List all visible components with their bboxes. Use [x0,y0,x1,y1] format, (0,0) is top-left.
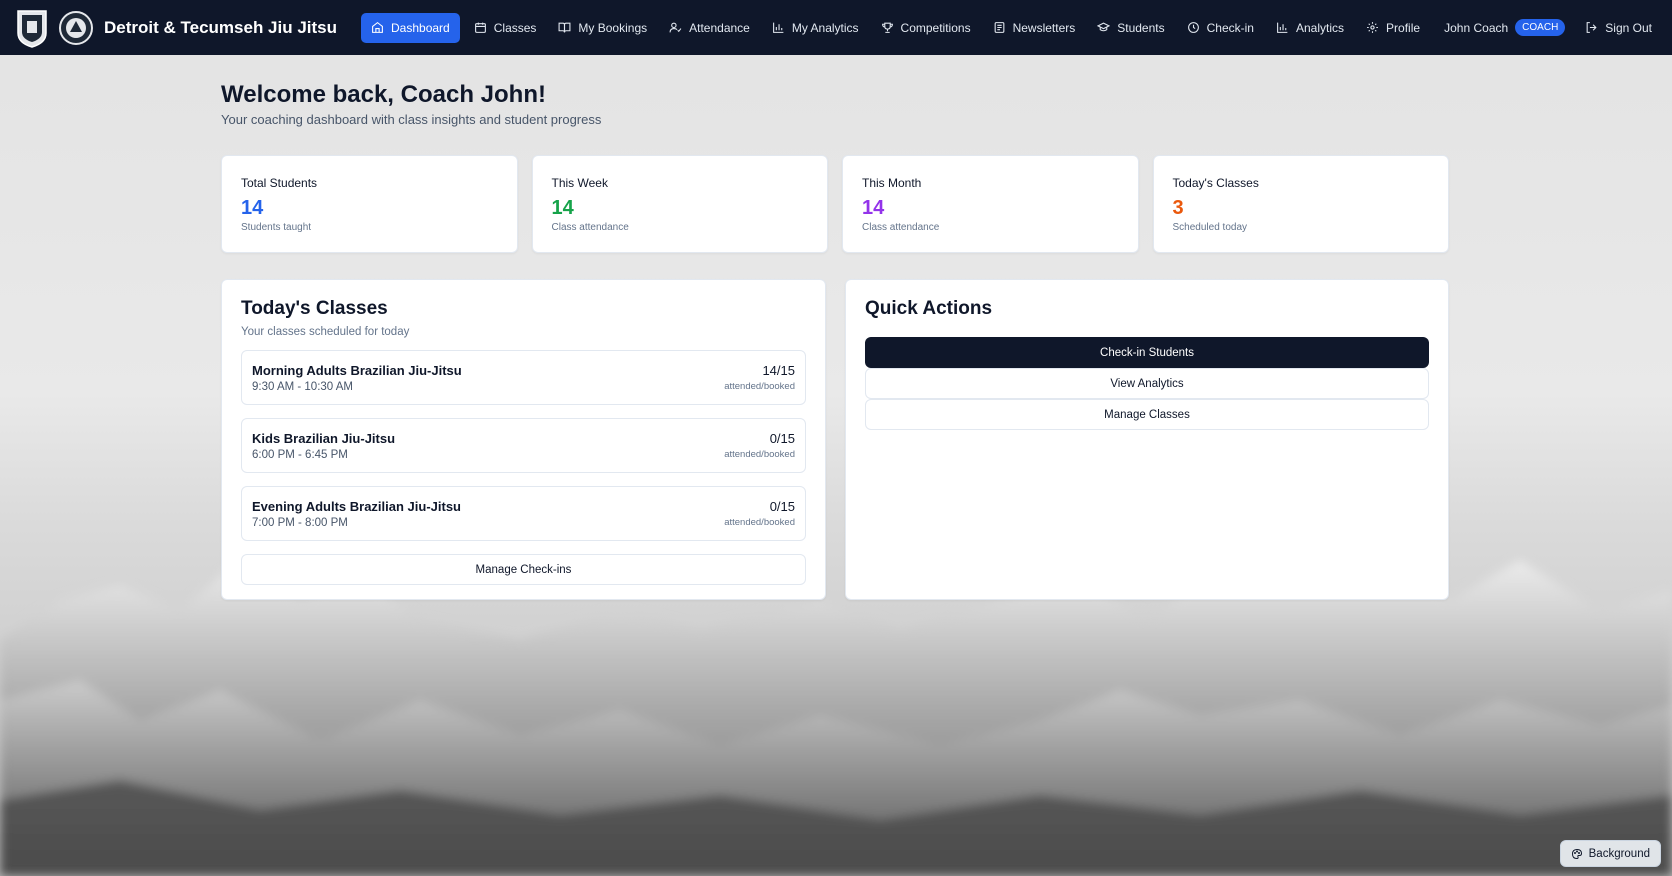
palette-icon [1571,848,1582,859]
manage-classes-button[interactable]: Manage Classes [865,399,1429,430]
nav-item-profile[interactable]: Profile [1356,13,1430,43]
graduation-cap-icon [1097,22,1111,32]
nav-item-label: My Bookings [578,20,648,35]
user-check-icon [669,22,682,33]
stats-row: Total Students 14 Students taught This W… [221,155,1449,253]
panel-subtitle: Your classes scheduled for today [241,326,410,338]
nav-item-label: Check-in [1206,20,1254,35]
class-card[interactable]: Morning Adults Brazilian Jiu-Jitsu 9:30 … [241,350,806,405]
home-icon [372,21,383,33]
nav-item-analytics[interactable]: Analytics [1266,13,1354,43]
stat-label: Today's Classes [1172,176,1259,190]
panel-title: Quick Actions [865,298,993,319]
user-name: John Coach [1444,20,1509,35]
stat-card-this-month: This Month 14 Class attendance [842,155,1139,253]
stat-value: 3 [1172,197,1184,219]
nav-item-students[interactable]: Students [1087,13,1174,43]
nav-item-my-analytics[interactable]: My Analytics [762,13,869,43]
log-out-icon [1586,22,1597,33]
attendance-count-label: attended/booked [724,449,795,460]
todays-classes-panel: Today's Classes Your classes scheduled f… [221,279,826,600]
stat-card-todays-classes: Today's Classes 3 Scheduled today [1152,155,1449,253]
newspaper-icon [994,22,1004,33]
nav-item-label: Analytics [1295,20,1345,35]
nav-item-label: Attendance [689,20,750,35]
class-time: 7:00 PM - 8:00 PM [252,516,348,529]
check-in-students-button[interactable]: Check-in Students [865,337,1429,368]
attendance-count-label: attended/booked [724,381,795,392]
nav-item-dashboard[interactable]: Dashboard [361,12,460,43]
stat-card-total-students: Total Students 14 Students taught [221,155,518,253]
nav-item-competitions[interactable]: Competitions [871,13,981,43]
clock-icon [1187,22,1199,33]
view-analytics-button[interactable]: View Analytics [865,368,1429,399]
nav-item-label: Newsletters [1012,20,1076,35]
stat-value: 14 [241,197,264,219]
class-name: Evening Adults Brazilian Jiu-Jitsu [252,498,461,514]
gear-icon [1367,22,1378,33]
stat-subtext: Class attendance [862,222,940,233]
app-title[interactable]: Detroit & Tecumseh Jiu Jitsu [104,18,337,38]
nav-item-label: Competitions [900,20,971,35]
class-time: 9:30 AM - 10:30 AM [252,380,354,393]
user-area: John Coach COACH Sign Out [1444,19,1660,36]
quick-actions-panel: Quick Actions Check-in Students View Ana… [845,279,1449,600]
nav-item-attendance[interactable]: Attendance [659,13,760,43]
attendance-count: 0/15 [769,431,795,446]
bar-chart-icon [1277,22,1288,33]
nav-item-label: Students [1117,20,1165,35]
nav-item-check-in[interactable]: Check-in [1177,13,1264,43]
attendance-count: 14/15 [762,363,795,378]
stat-label: This Week [551,176,608,190]
tecumseh-logo-icon[interactable] [58,10,94,46]
class-name: Kids Brazilian Jiu-Jitsu [252,430,396,446]
page-subtitle: Your coaching dashboard with class insig… [221,112,602,127]
stat-label: Total Students [241,176,318,190]
nav-item-label: Classes [493,20,537,35]
nav-menu: Dashboard Classes My Bookings Attendance… [361,12,1432,43]
page-title: Welcome back, Coach John! [221,81,546,108]
bar-chart-icon [772,22,784,33]
book-icon [558,22,571,33]
calendar-icon [474,22,486,33]
top-navigation-bar: Detroit & Tecumseh Jiu Jitsu Dashboard C… [0,0,1672,55]
role-badge: COACH [1515,19,1566,36]
stat-subtext: Students taught [241,222,312,233]
manage-check-ins-button[interactable]: Manage Check-ins [241,554,806,585]
sign-out-button[interactable]: Sign Out [1585,21,1652,35]
quick-actions-list: Check-in Students View Analytics Manage … [865,337,1429,430]
class-card[interactable]: Evening Adults Brazilian Jiu-Jitsu 7:00 … [241,486,806,541]
nav-item-label: Profile [1386,20,1421,35]
class-list: Morning Adults Brazilian Jiu-Jitsu 9:30 … [241,350,806,585]
nav-item-label: My Analytics [791,20,859,35]
stat-label: This Month [862,176,922,190]
panels-row: Today's Classes Your classes scheduled f… [221,279,1449,600]
class-time: 6:00 PM - 6:45 PM [252,448,348,461]
detroit-logo-icon[interactable] [14,7,50,49]
nav-item-my-bookings[interactable]: My Bookings [548,13,657,43]
stat-value: 14 [862,197,885,219]
background-toggle-label: Background [1588,847,1650,860]
trophy-icon [881,22,893,33]
class-name: Morning Adults Brazilian Jiu-Jitsu [252,362,462,378]
stat-card-this-week: This Week 14 Class attendance [531,155,828,253]
attendance-count-label: attended/booked [724,517,795,528]
nav-item-classes[interactable]: Classes [464,13,547,43]
dashboard-main: Welcome back, Coach John! Your coaching … [221,55,1449,600]
stat-subtext: Class attendance [551,222,629,233]
panel-title: Today's Classes [241,298,388,319]
nav-item-label: Dashboard [391,20,450,35]
sign-out-label: Sign Out [1605,20,1652,35]
stat-value: 14 [551,197,574,219]
attendance-count: 0/15 [769,499,795,514]
stat-subtext: Scheduled today [1172,222,1248,233]
class-card[interactable]: Kids Brazilian Jiu-Jitsu 6:00 PM - 6:45 … [241,418,806,473]
background-toggle-button[interactable]: Background [1559,840,1661,867]
nav-item-newsletters[interactable]: Newsletters [983,13,1086,43]
